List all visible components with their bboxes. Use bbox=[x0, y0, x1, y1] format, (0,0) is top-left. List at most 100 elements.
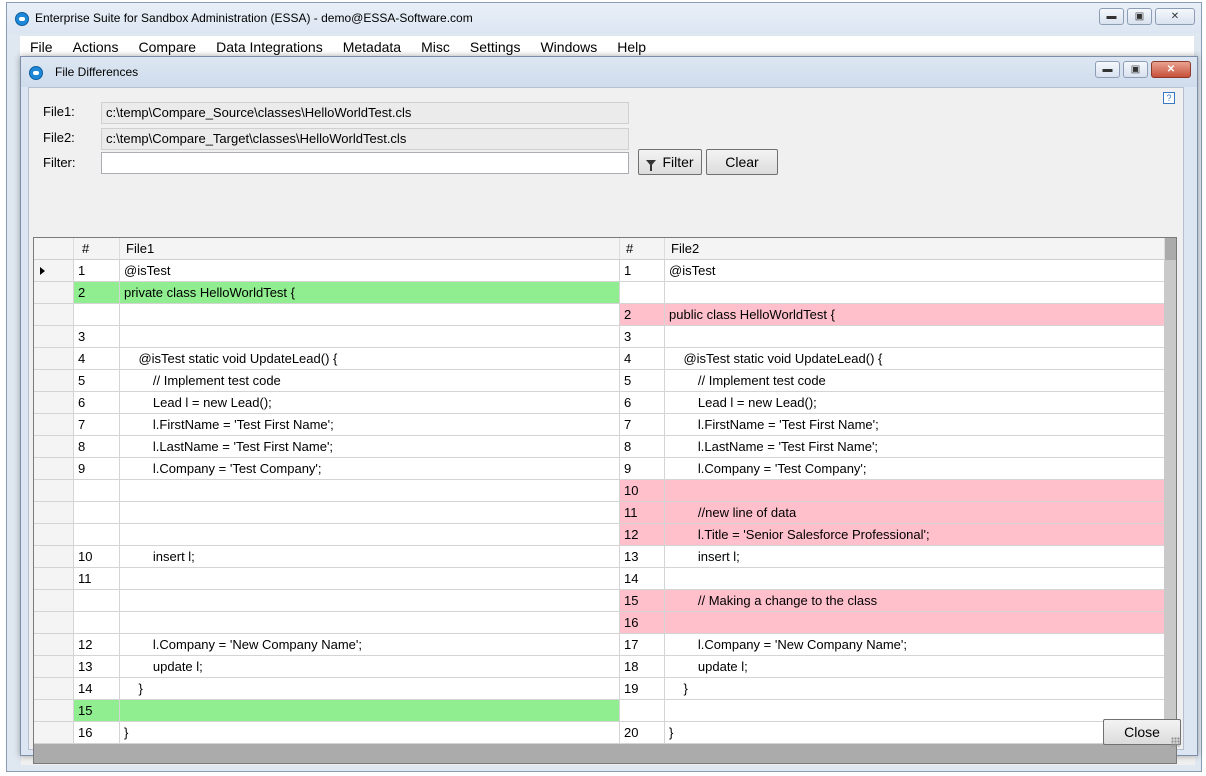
table-row[interactable]: 33 bbox=[34, 326, 1165, 348]
line-number-file1-cell[interactable]: 11 bbox=[74, 568, 120, 590]
file2-code-cell[interactable] bbox=[665, 326, 1165, 348]
table-row[interactable]: 15 bbox=[34, 700, 1165, 722]
help-icon[interactable]: ? bbox=[1163, 92, 1175, 104]
table-row[interactable]: 8 l.LastName = 'Test First Name'; 8 l.Las… bbox=[34, 436, 1165, 458]
line-number-file1-cell[interactable]: 1 bbox=[74, 260, 120, 282]
line-number-file2-cell[interactable]: 18 bbox=[620, 656, 665, 678]
line-number-file1-cell[interactable]: 14 bbox=[74, 678, 120, 700]
file1-code-cell[interactable]: l.Company = 'Test Company'; bbox=[120, 458, 620, 480]
table-row[interactable]: 15 // Making a change to the class bbox=[34, 590, 1165, 612]
line-number-file2-cell[interactable]: 4 bbox=[620, 348, 665, 370]
file1-code-cell[interactable]: l.LastName = 'Test First Name'; bbox=[120, 436, 620, 458]
line-number-file2-cell[interactable] bbox=[620, 282, 665, 304]
table-row[interactable]: 9 l.Company = 'Test Company'; 9 l.Company… bbox=[34, 458, 1165, 480]
line-number-file1-cell[interactable]: 7 bbox=[74, 414, 120, 436]
row-header[interactable] bbox=[34, 326, 74, 348]
table-row[interactable]: 14 } 19 } bbox=[34, 678, 1165, 700]
table-row[interactable]: 6 Lead l = new Lead(); 6 Lead l = new Lea… bbox=[34, 392, 1165, 414]
filter-input[interactable] bbox=[101, 152, 629, 174]
file2-code-cell[interactable]: update l; bbox=[665, 656, 1165, 678]
file2-code-cell[interactable]: } bbox=[665, 722, 1165, 744]
menu-misc[interactable]: Misc bbox=[411, 39, 460, 55]
dialog-titlebar[interactable]: File Differences ▬ ▣ ✕ bbox=[21, 57, 1197, 87]
line-number-file2-cell[interactable]: 3 bbox=[620, 326, 665, 348]
file2-code-cell[interactable]: public class HelloWorldTest { bbox=[665, 304, 1165, 326]
line-number-file1-cell[interactable]: 16 bbox=[74, 722, 120, 744]
line-number-file2-cell[interactable]: 20 bbox=[620, 722, 665, 744]
row-header[interactable] bbox=[34, 502, 74, 524]
line-number-file2-cell[interactable]: 11 bbox=[620, 502, 665, 524]
diff-grid[interactable]: # File1 # File2 1 @isTest 1 @isTest 2 private… bbox=[33, 237, 1177, 764]
line-number-file1-cell[interactable]: 13 bbox=[74, 656, 120, 678]
line-number-file2-cell[interactable]: 1 bbox=[620, 260, 665, 282]
row-header[interactable] bbox=[34, 260, 74, 282]
line-number-file1-cell[interactable] bbox=[74, 502, 120, 524]
menu-compare[interactable]: Compare bbox=[128, 39, 206, 55]
table-row[interactable]: 12 l.Company = 'New Company Name'; 17 l.C… bbox=[34, 634, 1165, 656]
menu-actions[interactable]: Actions bbox=[63, 39, 129, 55]
file2-code-cell[interactable]: // Implement test code bbox=[665, 370, 1165, 392]
table-row[interactable]: 4 @isTest static void UpdateLead() {4 @i… bbox=[34, 348, 1165, 370]
file2-code-cell[interactable] bbox=[665, 480, 1165, 502]
table-row[interactable]: 1 @isTest 1 @isTest bbox=[34, 260, 1165, 282]
line-number-file1-cell[interactable]: 6 bbox=[74, 392, 120, 414]
grid-vertical-scrollbar[interactable] bbox=[1164, 260, 1176, 744]
line-number-file2-cell[interactable]: 6 bbox=[620, 392, 665, 414]
file1-code-cell[interactable] bbox=[120, 524, 620, 546]
line-number-file2-cell[interactable]: 14 bbox=[620, 568, 665, 590]
line-number-file1-cell[interactable]: 9 bbox=[74, 458, 120, 480]
menu-metadata[interactable]: Metadata bbox=[333, 39, 411, 55]
row-header[interactable] bbox=[34, 392, 74, 414]
file2-code-cell[interactable]: insert l; bbox=[665, 546, 1165, 568]
menu-help[interactable]: Help bbox=[607, 39, 656, 55]
table-row[interactable]: 16} 20} bbox=[34, 722, 1165, 744]
file2-code-cell[interactable] bbox=[665, 568, 1165, 590]
file2-code-cell[interactable]: l.Company = 'Test Company'; bbox=[665, 458, 1165, 480]
row-header[interactable] bbox=[34, 436, 74, 458]
file1-code-cell[interactable] bbox=[120, 480, 620, 502]
line-number-file2-cell[interactable]: 2 bbox=[620, 304, 665, 326]
file1-code-cell[interactable] bbox=[120, 590, 620, 612]
minimize-button[interactable]: ▬ bbox=[1099, 8, 1124, 25]
line-number-file1-cell[interactable]: 3 bbox=[74, 326, 120, 348]
file2-code-cell[interactable] bbox=[665, 700, 1165, 722]
row-header[interactable] bbox=[34, 414, 74, 436]
menu-settings[interactable]: Settings bbox=[460, 39, 531, 55]
table-row[interactable]: 12 l.Title = 'Senior Salesforce Professi… bbox=[34, 524, 1165, 546]
dialog-maximize-button[interactable]: ▣ bbox=[1123, 61, 1148, 78]
file2-code-cell[interactable]: Lead l = new Lead(); bbox=[665, 392, 1165, 414]
row-header[interactable] bbox=[34, 370, 74, 392]
line-number-file2-cell[interactable]: 15 bbox=[620, 590, 665, 612]
row-header[interactable] bbox=[34, 282, 74, 304]
table-row[interactable]: 10 insert l; 13 insert l; bbox=[34, 546, 1165, 568]
line-number-file2-cell[interactable]: 19 bbox=[620, 678, 665, 700]
column-header-file1[interactable]: File1 bbox=[120, 238, 620, 260]
line-number-file2-cell[interactable] bbox=[620, 700, 665, 722]
row-header[interactable] bbox=[34, 546, 74, 568]
file1-code-cell[interactable]: // Implement test code bbox=[120, 370, 620, 392]
file1-code-cell[interactable]: l.Company = 'New Company Name'; bbox=[120, 634, 620, 656]
line-number-file1-cell[interactable] bbox=[74, 304, 120, 326]
file2-code-cell[interactable]: @isTest static void UpdateLead() { bbox=[665, 348, 1165, 370]
file1-code-cell[interactable] bbox=[120, 568, 620, 590]
row-header[interactable] bbox=[34, 590, 74, 612]
close-window-button[interactable]: ✕ bbox=[1155, 8, 1195, 25]
line-number-file2-cell[interactable]: 10 bbox=[620, 480, 665, 502]
row-header[interactable] bbox=[34, 612, 74, 634]
line-number-file1-cell[interactable]: 4 bbox=[74, 348, 120, 370]
file1-code-cell[interactable] bbox=[120, 700, 620, 722]
file1-code-cell[interactable]: } bbox=[120, 678, 620, 700]
file2-code-cell[interactable]: l.Company = 'New Company Name'; bbox=[665, 634, 1165, 656]
row-header[interactable] bbox=[34, 656, 74, 678]
filter-button[interactable]: Filter bbox=[638, 149, 702, 175]
clear-button[interactable]: Clear bbox=[706, 149, 778, 175]
file1-code-cell[interactable]: insert l; bbox=[120, 546, 620, 568]
line-number-file1-cell[interactable]: 2 bbox=[74, 282, 120, 304]
line-number-file2-cell[interactable]: 17 bbox=[620, 634, 665, 656]
row-header[interactable] bbox=[34, 634, 74, 656]
file1-code-cell[interactable]: } bbox=[120, 722, 620, 744]
row-header[interactable] bbox=[34, 722, 74, 744]
file2-code-cell[interactable] bbox=[665, 612, 1165, 634]
file2-code-cell[interactable]: l.FirstName = 'Test First Name'; bbox=[665, 414, 1165, 436]
line-number-file1-cell[interactable]: 12 bbox=[74, 634, 120, 656]
